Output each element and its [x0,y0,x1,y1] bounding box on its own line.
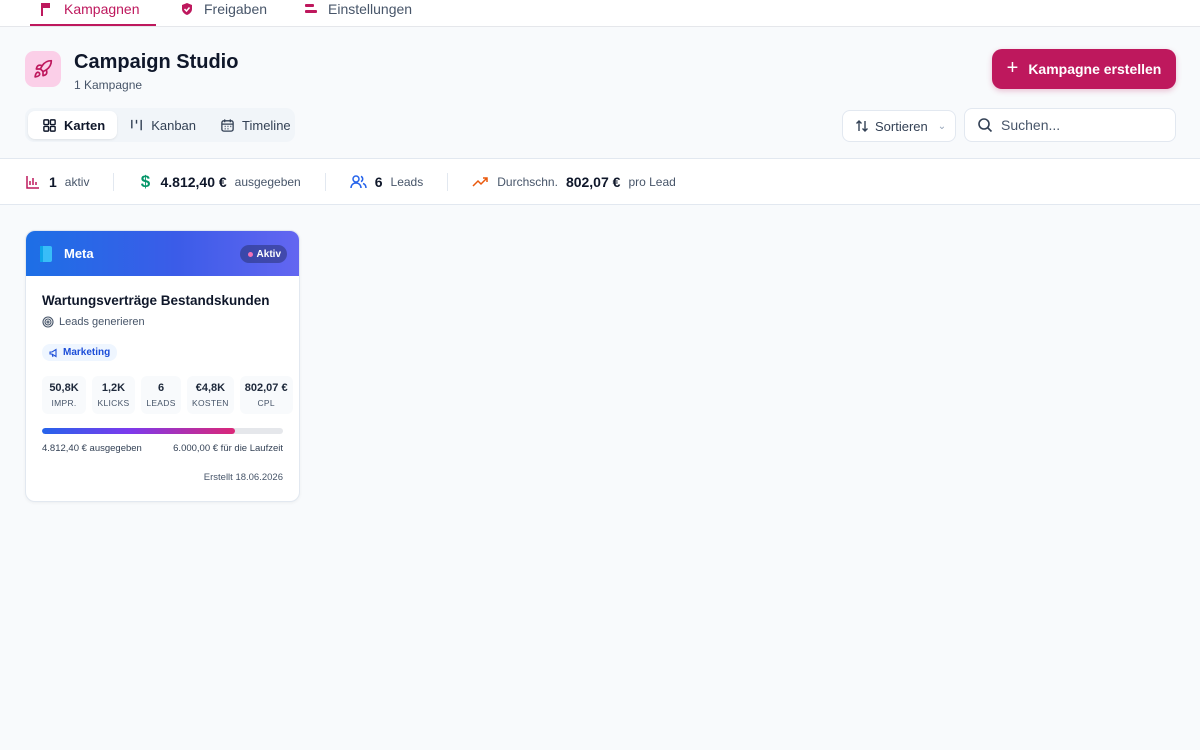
metric-costs: €4,8K KOSTEN [187,376,234,414]
tab-label: Freigaben [204,1,268,17]
settings-icon [305,4,317,13]
search-box [964,108,1176,142]
chevron-down-icon: ⌄ [937,120,947,132]
metric-label: IMPR. [51,398,77,408]
divider [113,172,115,191]
book-icon [40,245,52,262]
budget-progress-fill [42,428,236,434]
sort-icon [856,120,868,132]
sort-label: Sortieren [875,118,928,134]
stat-leads-value: 6 [374,173,383,190]
budget-text: 6.000,00 € für die Laufzeit [173,443,283,454]
sort-dropdown[interactable]: Sortieren ⌄ [842,110,956,142]
users-icon [349,174,367,188]
metric-cpl: 802,07 € CPL [239,376,293,414]
category-tag: Marketing [42,344,118,361]
view-timeline[interactable]: Timeline [208,111,303,139]
metric-label: KLICKS [97,398,130,408]
goal-label: Leads generieren [59,316,145,328]
metric-value: €4,8K [195,382,226,394]
metric-value: 802,07 € [244,382,288,394]
bar-chart-icon [26,175,39,189]
campaign-goal: Leads generieren [42,316,145,328]
view-karten[interactable]: Karten [28,111,118,139]
divider [447,172,449,191]
stat-average: Durchschn. 802,07 € pro Lead [472,174,676,190]
status-badge: Aktiv [239,245,287,263]
created-date: Erstellt 18.06.2026 [203,472,283,483]
top-navigation: Kampagnen Freigaben Einstellungen [0,0,1200,27]
metric-impressions: 50,8K IMPR. [42,376,86,414]
metrics-row: 50,8K IMPR. 1,2K KLICKS 6 LEADS €4,8K KO… [42,376,293,414]
stat-leads: 6 Leads [349,173,424,190]
page-header: Campaign Studio 1 Kampagne + Kampagne er… [0,27,1200,159]
stat-spent-label: ausgegeben [234,174,301,189]
metric-label: CPL [257,398,275,408]
view-label: Karten [64,117,106,133]
status-label: Aktiv [256,248,281,260]
flag-icon [41,3,50,16]
metric-label: KOSTEN [192,398,229,408]
campaign-card[interactable]: Meta Aktiv Wartungsverträge Bestandskund… [25,230,300,502]
view-kanban[interactable]: Kanban [117,111,208,139]
stat-average-prefix: Durchschn. [497,174,558,189]
view-label: Timeline [242,117,291,133]
metric-label: LEADS [146,398,176,408]
page-title: Campaign Studio [74,51,239,73]
calendar-icon [221,118,234,132]
rocket-icon [25,51,61,87]
stat-leads-label: Leads [390,174,424,189]
campaign-title: Wartungsverträge Bestandskunden [42,293,270,308]
card-header: Meta Aktiv [26,231,299,276]
metric-leads: 6 LEADS [141,376,181,414]
stat-spent: $ 4.812,40 € ausgegeben [138,171,301,192]
stat-active-label: aktiv [64,174,90,189]
view-switcher: Karten Kanban Timeline [25,108,295,142]
search-input[interactable] [1001,117,1161,133]
stat-spent-value: 4.812,40 € [160,173,227,190]
trending-up-icon [472,176,488,187]
tab-label: Kampagnen [64,1,140,17]
dollar-icon: $ [140,171,151,191]
plus-icon: + [1006,57,1019,79]
search-icon [978,118,993,133]
metric-value: 6 [157,382,165,394]
stats-bar: 1 aktiv $ 4.812,40 € ausgegeben 6 Leads … [0,159,1200,205]
spent-text: 4.812,40 € ausgegeben [42,443,142,454]
megaphone-icon [49,348,57,357]
budget-progress-bar [42,428,283,434]
divider [324,172,326,191]
metric-clicks: 1,2K KLICKS [92,376,135,414]
view-label: Kanban [151,117,197,133]
campaign-count: 1 Kampagne [74,78,143,92]
stat-active-value: 1 [49,173,57,190]
tab-label: Einstellungen [328,1,413,17]
create-campaign-button[interactable]: + Kampagne erstellen [992,49,1176,89]
platform-label: Meta [64,246,94,261]
tag-label: Marketing [63,347,111,358]
target-icon [42,316,54,328]
create-campaign-label: Kampagne erstellen [1028,61,1162,77]
tab-einstellungen[interactable]: Einstellungen [304,0,412,26]
stat-average-label: pro Lead [628,174,676,189]
metric-value: 1,2K [101,382,126,394]
metric-value: 50,8K [49,382,79,394]
grid-icon [43,118,56,132]
shield-check-icon [182,3,192,15]
tab-kampagnen[interactable]: Kampagnen [30,0,155,26]
stat-active: 1 aktiv [25,174,89,190]
stat-average-value: 802,07 € [565,173,621,190]
tab-freigaben[interactable]: Freigaben [180,0,267,26]
kanban-icon [131,119,143,130]
status-dot [247,251,253,257]
